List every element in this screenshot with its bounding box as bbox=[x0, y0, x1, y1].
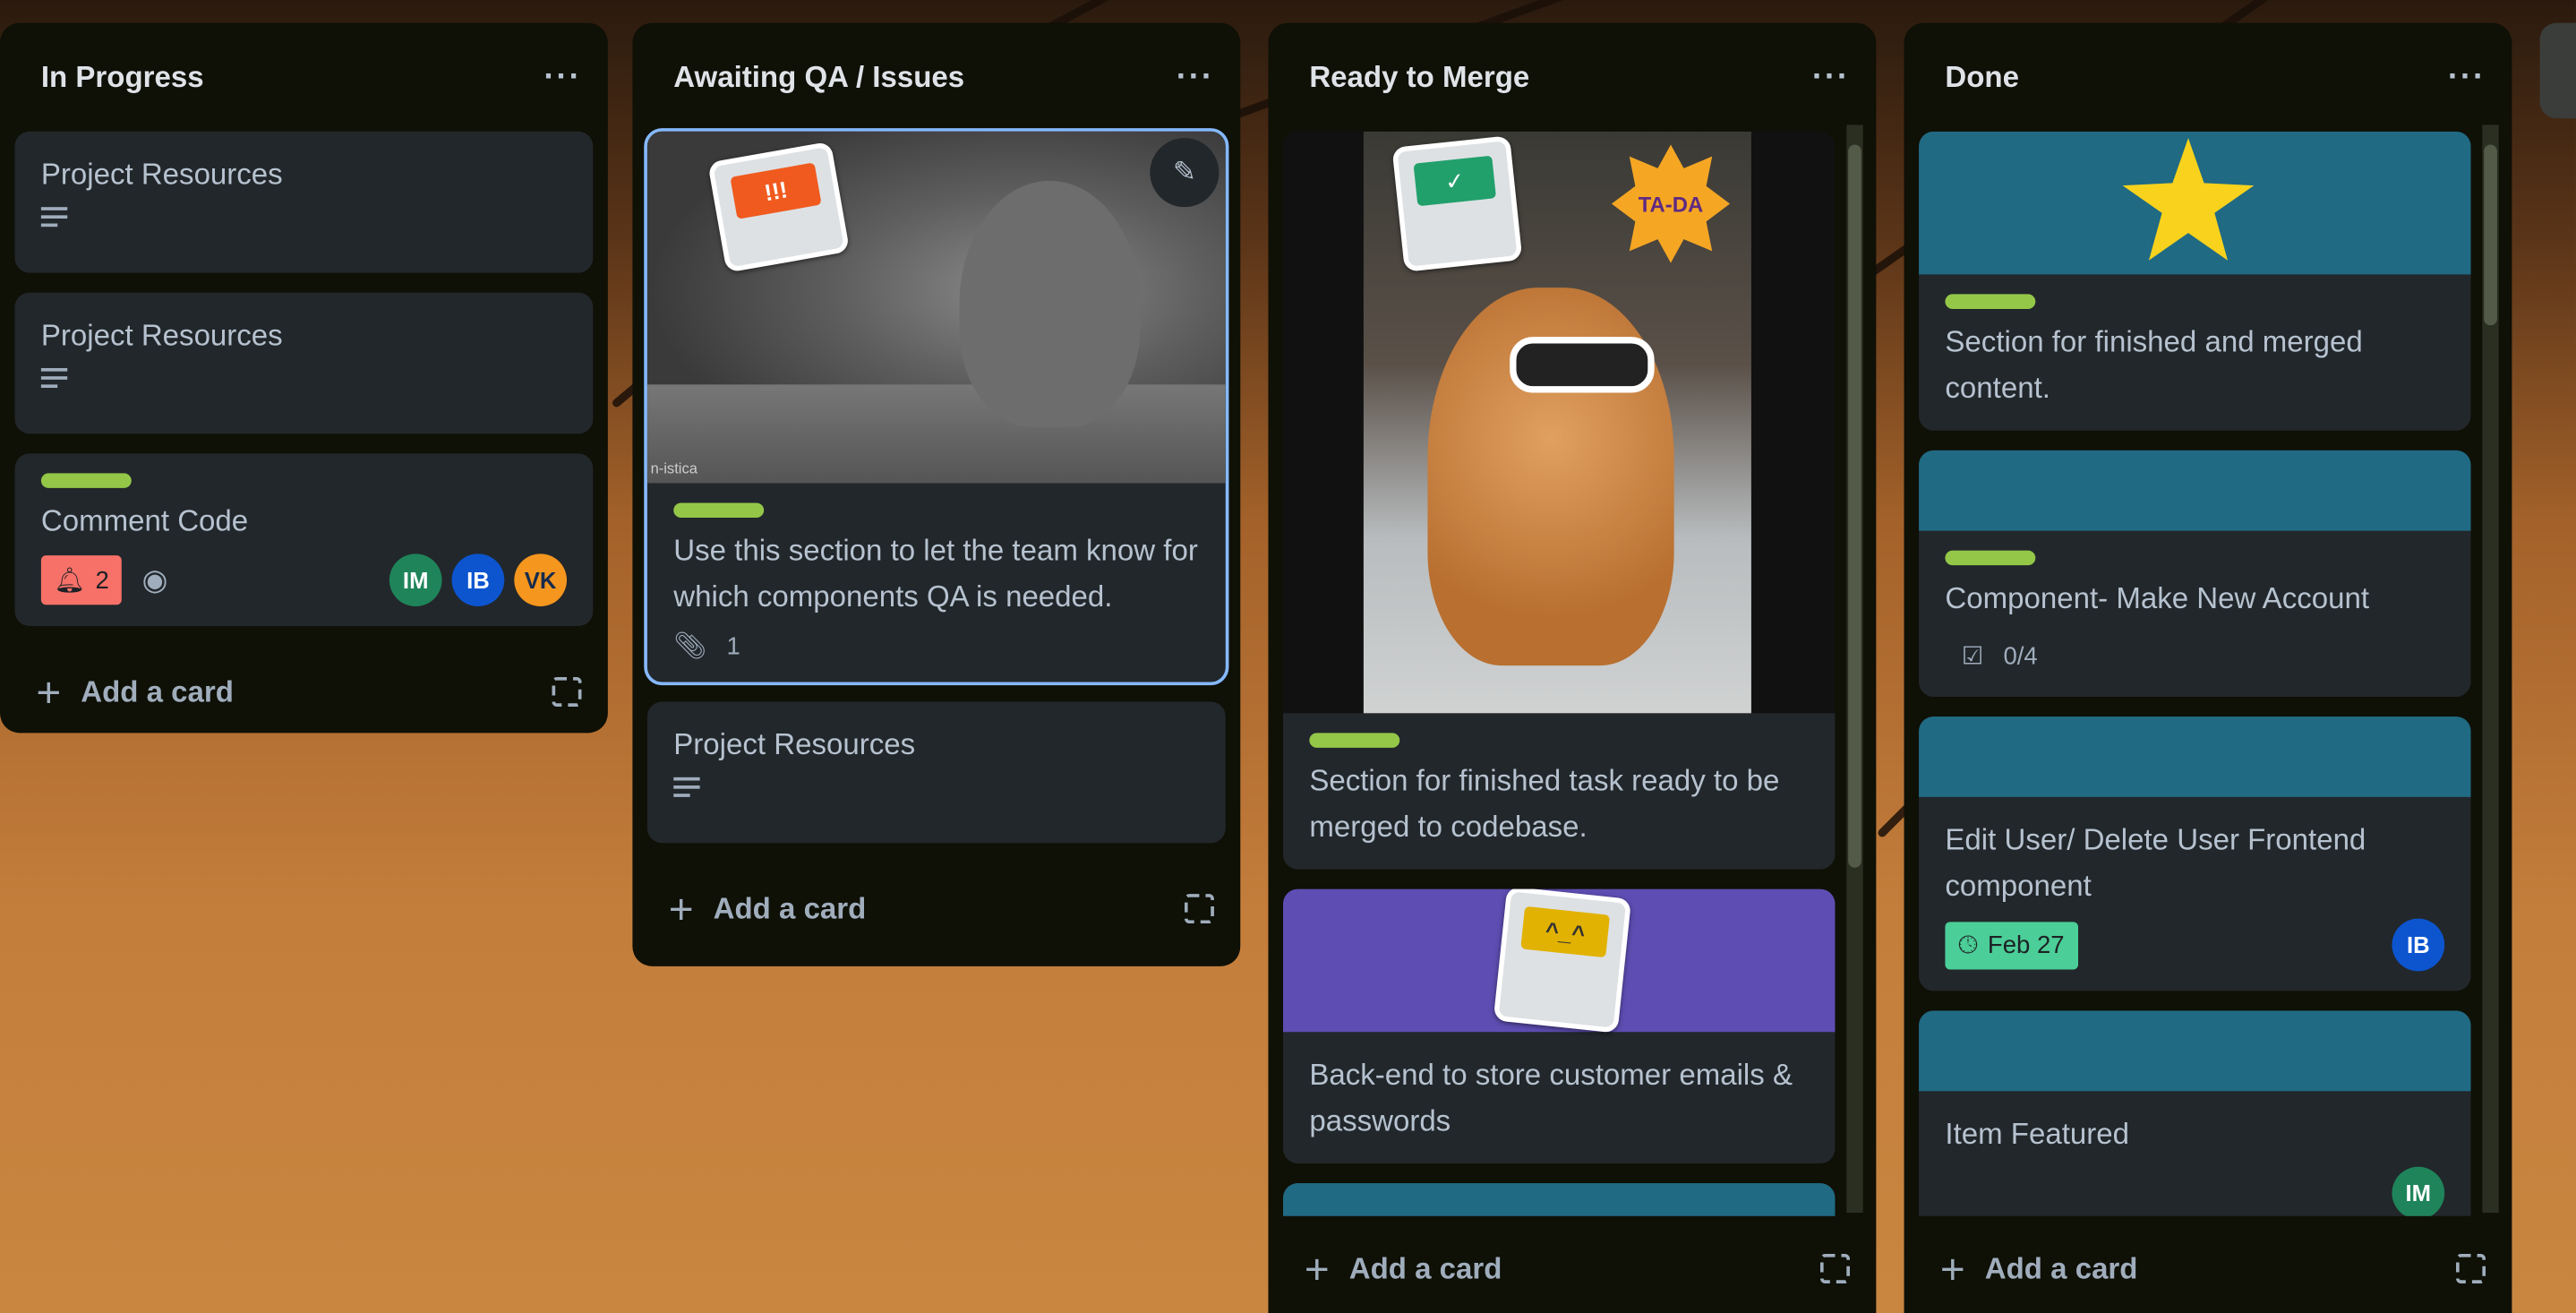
card-label-green[interactable] bbox=[1945, 550, 2036, 566]
add-card-label: Add a card bbox=[1984, 1251, 2138, 1284]
image-caption: n-istica bbox=[650, 459, 697, 477]
card-cover bbox=[1919, 131, 2471, 275]
card-label-green[interactable] bbox=[40, 473, 132, 488]
clock-icon: 🕓︎ bbox=[1958, 931, 1978, 959]
list-title[interactable]: Awaiting QA / Issues bbox=[673, 60, 964, 95]
card[interactable]: Project Resources bbox=[646, 701, 1226, 844]
plus-icon: + bbox=[668, 883, 694, 933]
card-cover: ^_^ bbox=[1282, 888, 1836, 1034]
sticker: ^_^ bbox=[1493, 888, 1632, 1034]
card-title: Project Resources bbox=[40, 318, 283, 352]
card-cover bbox=[1919, 716, 2471, 797]
sticker: !!! bbox=[707, 141, 851, 273]
card-title: Section for finished task ready to be me… bbox=[1309, 764, 1780, 844]
watch-eye-icon: ◉ bbox=[141, 562, 168, 596]
list-menu-button[interactable]: ··· bbox=[1177, 58, 1214, 96]
card[interactable]: Project Resources bbox=[14, 292, 594, 434]
card-label-green[interactable] bbox=[1309, 733, 1400, 748]
card-cover bbox=[1282, 1183, 1836, 1216]
card-title: Back-end to store customer emails & pass… bbox=[1309, 1058, 1793, 1137]
bell-icon: 🔔︎ bbox=[54, 567, 86, 596]
add-card-button[interactable]: + Add a card bbox=[632, 862, 1240, 955]
list-scrollbar[interactable] bbox=[1846, 124, 1863, 1214]
card-cover-image: n-istica !!! ✎ bbox=[646, 131, 1226, 484]
card[interactable]: ✓ TA-DA Section for finished task ready … bbox=[1282, 131, 1836, 870]
card[interactable]: Edit User/ Delete User Frontend componen… bbox=[1919, 716, 2471, 991]
edit-pencil-icon[interactable]: ✎ bbox=[1150, 138, 1220, 208]
board-canvas: In Progress ··· Project Resources Project… bbox=[0, 0, 2576, 1313]
card[interactable]: Component- Make New Account ☑ 0/4 bbox=[1919, 450, 2471, 697]
list-done: Done ··· Section for finished and merged … bbox=[1904, 22, 2512, 1313]
card-template-icon[interactable] bbox=[1819, 1253, 1850, 1283]
description-icon bbox=[40, 207, 68, 227]
description-icon bbox=[40, 367, 68, 389]
card-title: Item Featured bbox=[1945, 1117, 2130, 1151]
card[interactable] bbox=[1282, 1183, 1836, 1216]
add-card-label: Add a card bbox=[81, 674, 234, 708]
list-ready-to-merge: Ready to Merge ··· ✓ TA-DA Section for fi… bbox=[1268, 22, 1877, 1313]
list-title[interactable]: Ready to Merge bbox=[1309, 60, 1529, 95]
card-title: Project Resources bbox=[40, 158, 283, 191]
star-icon bbox=[2122, 138, 2255, 261]
card-cover-image: ✓ TA-DA bbox=[1282, 131, 1836, 714]
card-title: Edit User/ Delete User Frontend componen… bbox=[1945, 823, 2366, 903]
avatar[interactable]: IM bbox=[2392, 1166, 2445, 1216]
avatar[interactable]: IM bbox=[389, 554, 442, 607]
card[interactable]: Project Resources bbox=[14, 131, 594, 273]
add-card-button[interactable]: + Add a card bbox=[1904, 1223, 2512, 1313]
plus-icon: + bbox=[1939, 1243, 1965, 1293]
avatar[interactable]: IB bbox=[451, 554, 505, 607]
card-template-icon[interactable] bbox=[2456, 1253, 2486, 1283]
plus-icon: + bbox=[36, 666, 62, 717]
plus-icon: + bbox=[1304, 1243, 1330, 1293]
sticker: ✓ bbox=[1391, 135, 1523, 272]
card[interactable]: Item Featured IM bbox=[1919, 1010, 2471, 1216]
add-list-button[interactable] bbox=[2539, 22, 2576, 119]
list-menu-button[interactable]: ··· bbox=[1812, 58, 1850, 96]
checklist-count: 0/4 bbox=[2003, 641, 2038, 670]
card[interactable]: n-istica !!! ✎ Use this section to let t… bbox=[644, 128, 1229, 686]
card-label-green[interactable] bbox=[673, 502, 765, 518]
attachment-icon: 📎︎ bbox=[673, 632, 707, 661]
card-title: Section for finished and merged content. bbox=[1945, 325, 2363, 405]
card-template-icon[interactable] bbox=[1184, 894, 1214, 924]
description-icon bbox=[673, 777, 700, 797]
checklist-icon: ☑ bbox=[1961, 642, 1984, 671]
card-title: Use this section to let the team know fo… bbox=[673, 534, 1198, 614]
list-awaiting-qa: Awaiting QA / Issues ··· n-istica !!! ✎ U… bbox=[632, 22, 1241, 966]
card-template-icon[interactable] bbox=[552, 676, 582, 707]
add-card-label: Add a card bbox=[713, 891, 867, 925]
card-cover bbox=[1919, 450, 2471, 531]
list-in-progress: In Progress ··· Project Resources Project… bbox=[0, 22, 608, 734]
notification-badge: 🔔︎ 2 bbox=[40, 555, 123, 605]
list-menu-button[interactable]: ··· bbox=[543, 58, 581, 96]
card[interactable]: ^_^ Back-end to store customer emails & … bbox=[1282, 888, 1836, 1164]
list-menu-button[interactable]: ··· bbox=[2448, 58, 2486, 96]
card-title: Comment Code bbox=[40, 504, 249, 537]
list-title[interactable]: In Progress bbox=[41, 60, 204, 95]
add-card-button[interactable]: + Add a card bbox=[0, 646, 608, 738]
avatar[interactable]: VK bbox=[514, 554, 568, 607]
attachment-count: 1 bbox=[726, 631, 740, 660]
notification-count: 2 bbox=[95, 566, 109, 595]
card[interactable]: Comment Code 🔔︎ 2 ◉ IM IB VK bbox=[14, 453, 594, 627]
avatar[interactable]: IB bbox=[2392, 918, 2445, 972]
add-card-button[interactable]: + Add a card bbox=[1268, 1223, 1876, 1313]
add-card-label: Add a card bbox=[1348, 1251, 1502, 1284]
list-title[interactable]: Done bbox=[1945, 60, 2019, 95]
list-scrollbar[interactable] bbox=[2482, 124, 2499, 1214]
card[interactable]: Section for finished and merged content. bbox=[1919, 131, 2471, 431]
card-title: Project Resources bbox=[673, 727, 916, 761]
card-title: Component- Make New Account bbox=[1945, 581, 2370, 615]
due-date-badge[interactable]: 🕓︎ Feb 27 bbox=[1945, 921, 2078, 969]
card-label-green[interactable] bbox=[1945, 294, 2036, 309]
card-cover bbox=[1919, 1010, 2471, 1092]
